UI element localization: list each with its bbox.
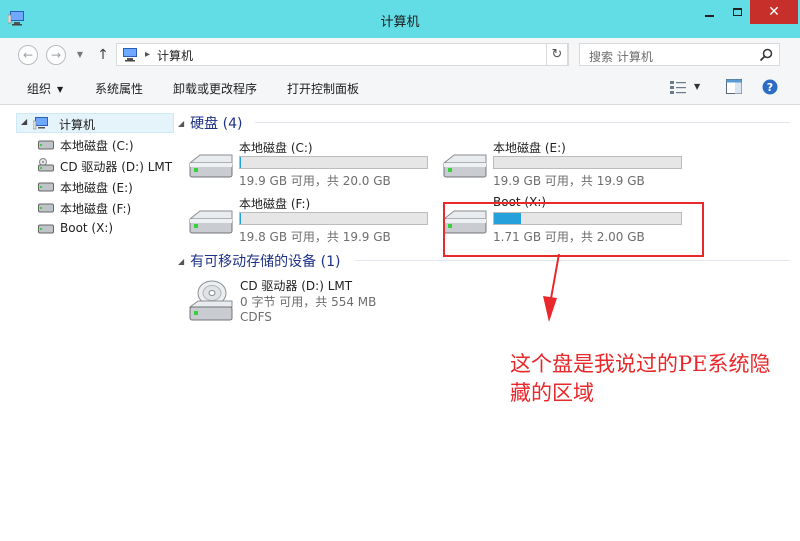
sidebar-item-label: CD 驱动器 (D:) LMT (60, 160, 173, 174)
group-divider (355, 260, 790, 261)
hard-drive-icon (38, 140, 54, 150)
drive-usage-bar (239, 156, 428, 169)
back-button[interactable]: ← (18, 45, 38, 65)
hard-drive-icon (442, 154, 487, 178)
annotation-highlight-box (443, 202, 704, 257)
sidebar-item-label: 本地磁盘 (E:) (60, 181, 133, 195)
cd-drive-icon (38, 158, 54, 172)
organize-label: 组织 (27, 82, 52, 96)
refresh-button[interactable]: ↻ (546, 43, 568, 66)
group-title: 有可移动存储的设备 (1) (190, 254, 341, 270)
view-options-icon[interactable] (670, 80, 686, 94)
up-button[interactable]: ↑ (94, 45, 112, 65)
drive-tile-c[interactable]: 本地磁盘 (C:) 19.9 GB 可用，共 20.0 GB (186, 139, 436, 195)
computer-icon (123, 48, 137, 62)
annotation-arrow-icon (543, 253, 560, 322)
drive-free-space: 19.9 GB 可用，共 19.9 GB (493, 174, 645, 188)
minimize-button[interactable] (696, 0, 722, 24)
close-button[interactable]: ✕ (750, 0, 798, 24)
chevron-down-icon[interactable]: ◢ (21, 117, 27, 126)
chevron-down-icon[interactable]: ◢ (178, 119, 184, 128)
sidebar-item-label: 本地磁盘 (F:) (60, 202, 132, 216)
uninstall-programs-button[interactable]: 卸载或更改程序 (173, 80, 257, 97)
recent-locations-dropdown[interactable]: ▼ (73, 48, 87, 62)
system-properties-button[interactable]: 系统属性 (95, 80, 143, 97)
hard-drive-icon (188, 210, 233, 234)
address-bar[interactable]: ▸ 计算机 ▼ (116, 43, 660, 66)
chevron-down-icon[interactable]: ◢ (178, 257, 184, 266)
breadcrumb-separator[interactable]: ▸ (145, 46, 150, 63)
group-header-removable[interactable]: ◢ 有可移动存储的设备 (1) (178, 251, 340, 271)
hard-drive-icon (38, 224, 54, 234)
svg-text:?: ? (767, 81, 773, 94)
cd-drive-icon (188, 280, 233, 321)
hard-drive-icon (38, 203, 54, 213)
drive-usage-fill (240, 157, 241, 168)
minimize-icon (704, 15, 714, 17)
sidebar-item-label: Boot (X:) (60, 221, 114, 235)
drive-name: 本地磁盘 (F:) (239, 197, 311, 211)
drive-tile-f[interactable]: 本地磁盘 (F:) 19.8 GB 可用，共 19.9 GB (186, 195, 436, 251)
hard-drive-icon (188, 154, 233, 178)
view-dropdown-icon[interactable]: ▼ (694, 82, 700, 91)
computer-icon (33, 117, 48, 130)
organize-button[interactable]: 组织 ▼ (27, 80, 63, 97)
hard-drive-icon (38, 182, 54, 192)
drive-name: 本地磁盘 (C:) (239, 141, 313, 155)
command-bar: 组织 ▼ 系统属性 卸载或更改程序 打开控制面板 ▼ ? (0, 70, 800, 105)
chevron-down-icon: ▼ (57, 85, 64, 94)
address-row: ← → ▼ ↑ ▸ 计算机 ▼ ↻ 搜索 计算机 (0, 38, 800, 70)
navigation-pane: ◢ 计算机 本地磁盘 (C:) CD 驱动器 (D:) LMT 本地磁盘 (E:… (8, 106, 174, 541)
window-title: 计算机 (380, 15, 420, 30)
preview-pane-icon[interactable] (726, 79, 742, 94)
breadcrumb-computer[interactable]: 计算机 (157, 47, 193, 64)
drive-tile-cd[interactable]: CD 驱动器 (D:) LMT 0 字节 可用，共 554 MB CDFS (186, 277, 436, 337)
annotation-text: 这个盘是我说过的PE系统隐藏的区域 (510, 352, 771, 405)
maximize-icon (732, 8, 742, 16)
drive-free-space: 0 字节 可用，共 554 MB (240, 295, 377, 309)
drive-filesystem: CDFS (240, 310, 272, 324)
search-placeholder: 搜索 计算机 (589, 50, 653, 64)
drive-usage-fill (240, 213, 241, 224)
drive-usage-bar (239, 212, 428, 225)
close-icon: ✕ (768, 4, 780, 20)
search-input[interactable]: 搜索 计算机 (579, 43, 780, 66)
drive-free-space: 19.8 GB 可用，共 19.9 GB (239, 230, 391, 244)
drive-free-space: 19.9 GB 可用，共 20.0 GB (239, 174, 391, 188)
group-divider (255, 122, 790, 123)
open-control-panel-button[interactable]: 打开控制面板 (287, 80, 359, 97)
group-title: 硬盘 (4) (190, 116, 243, 132)
maximize-button[interactable] (724, 0, 750, 24)
drive-usage-bar (493, 156, 682, 169)
forward-button[interactable]: → (46, 45, 66, 65)
group-header-hard-disks[interactable]: ◢ 硬盘 (4) (178, 113, 242, 133)
help-icon[interactable]: ? (762, 79, 778, 95)
search-icon[interactable] (759, 48, 773, 62)
sidebar-item-computer[interactable]: ◢ 计算机 (16, 113, 174, 133)
sidebar-item-label: 本地磁盘 (C:) (60, 139, 134, 153)
title-bar: 计算机 ✕ (0, 0, 800, 38)
drive-name: 本地磁盘 (E:) (493, 141, 566, 155)
sidebar-root-label: 计算机 (59, 118, 96, 132)
drive-name: CD 驱动器 (D:) LMT (240, 279, 353, 293)
drive-tile-e[interactable]: 本地磁盘 (E:) 19.9 GB 可用，共 19.9 GB (440, 139, 690, 195)
